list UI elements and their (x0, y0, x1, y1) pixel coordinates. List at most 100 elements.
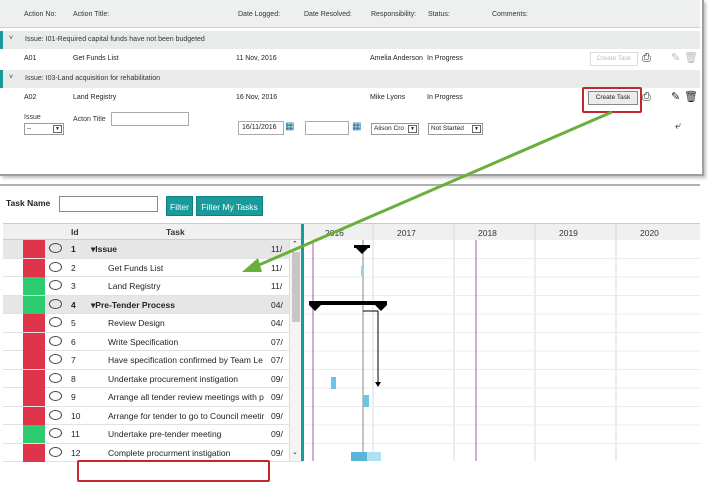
responsibility: Amelia Anderson (370, 55, 423, 62)
task-date: 07/ (271, 336, 283, 347)
task-bar (351, 452, 367, 461)
comment-icon[interactable] (49, 391, 62, 401)
filter-button[interactable]: Filter (166, 196, 193, 216)
table-row[interactable]: 1 ▾Issue 11/ (3, 240, 303, 259)
edit-icon[interactable]: ✎ (671, 92, 680, 103)
gantt-panel: Task Name Filter Filter My Tasks Id Task… (0, 184, 700, 482)
task-id: 6 (71, 336, 76, 347)
task-date: 11/ (271, 262, 283, 273)
gantt-grid: Id Task 1 ▾Issue 11/2 Get Funds List 11/3 Lan… (3, 223, 700, 462)
scroll-down-icon[interactable]: ⌄ (292, 448, 298, 456)
action-title-label: Acton Title (73, 116, 106, 123)
year-label: 2020 (640, 228, 659, 238)
summary-cap (309, 305, 321, 311)
table-row[interactable]: 7 Have specification confirmed by Team Le… (3, 351, 303, 370)
table-row[interactable]: 4 ▾Pre-Tender Process 04/ (3, 295, 303, 314)
comment-icon[interactable] (49, 261, 62, 272)
action-title-input[interactable] (111, 112, 189, 126)
status-select[interactable]: Not Started ▼ (428, 123, 483, 135)
calendar-icon[interactable]: ▦ (352, 121, 361, 132)
task-date: 09/ (271, 429, 283, 439)
chevron-down-icon: ▼ (53, 125, 62, 133)
col-responsibility: Responsibility: (371, 11, 417, 18)
vertical-scrollbar[interactable]: ⌃ ⌄ (289, 240, 301, 461)
status-indicator (23, 240, 45, 258)
comment-icon[interactable] (49, 298, 62, 309)
summary-bar-issue (354, 245, 370, 248)
status-select-value: Not Started (431, 125, 464, 132)
print-icon[interactable]: ⎙ (642, 92, 651, 103)
task-date: 04/ (271, 318, 283, 328)
actions-header-row: Action No: Action Title: Date Logged: Da… (0, 0, 700, 28)
status: In Progress (427, 94, 463, 101)
responsibility-select[interactable]: Alison Cro ▼ (371, 123, 419, 135)
table-row[interactable]: 10 Arrange for tender to go to Council me… (3, 406, 303, 425)
scroll-up-icon[interactable]: ⌃ (292, 240, 298, 248)
chevron-down-icon[interactable]: ˅ (9, 74, 13, 81)
issue-label: Issue: I01-Required capital funds have n… (25, 36, 205, 43)
date-logged: 11 Nov, 2016 (236, 55, 277, 62)
actions-panel: Action No: Action Title: Date Logged: Da… (0, 0, 704, 176)
issue-row-i03[interactable]: ˅ Issue: I03-Land acquisition for rehabi… (0, 70, 700, 88)
table-row[interactable]: 9 Arrange all tender review meetings with… (3, 388, 303, 407)
date-resolved-input[interactable] (305, 121, 349, 135)
save-undo-icon[interactable]: ⤶ (675, 121, 681, 132)
task-id: 1 (71, 244, 76, 254)
task-label: Arrange for tender to go to Council meet… (108, 410, 265, 421)
task-label: Issue (95, 244, 118, 254)
action-title: Get Funds List (73, 55, 119, 62)
task-label: Land Registry (108, 281, 161, 291)
col-status: Status: (428, 11, 450, 18)
task-date: 09/ (271, 392, 283, 402)
task-name-input[interactable] (59, 196, 158, 212)
table-row[interactable]: 2 Get Funds List 11/ (3, 258, 303, 277)
task-label: Arrange all tender review meetings with … (108, 392, 264, 402)
highlight-box (582, 87, 642, 113)
task-name: Arrange for tender to go to Council meet… (108, 411, 269, 421)
table-row[interactable]: 3 Land Registry 11/ (3, 277, 303, 296)
task-name: Undertake pre-tender meeting (108, 429, 269, 439)
today-marker (301, 224, 304, 461)
table-row[interactable]: 5 Review Design 04/ (3, 314, 303, 333)
table-row[interactable]: 8 Undertake procurement instigation 09/ (3, 369, 303, 388)
date-logged-input[interactable]: 16/11/2016 (238, 121, 284, 135)
task-id: 7 (71, 355, 76, 365)
task-name: ▾Issue (91, 244, 118, 254)
comment-icon[interactable] (49, 335, 62, 346)
task-id: 10 (71, 410, 81, 421)
task-label: Review Design (108, 318, 165, 328)
comment-icon[interactable] (49, 428, 62, 438)
task-bar (361, 266, 364, 276)
comment-icon[interactable] (49, 409, 62, 420)
comment-icon[interactable] (49, 372, 62, 383)
comment-icon[interactable] (49, 280, 62, 290)
scrollbar-thumb[interactable] (292, 252, 300, 322)
issue-row-i01[interactable]: ˅ Issue: I01-Required capital funds have… (0, 31, 700, 49)
task-id: 11 (71, 429, 80, 439)
chevron-down-icon: ▼ (472, 125, 481, 133)
col-date-logged: Date Logged: (238, 11, 281, 18)
task-date: 04/ (271, 299, 283, 310)
chevron-down-icon: ▼ (408, 125, 417, 133)
comment-icon[interactable] (49, 243, 62, 253)
delete-icon[interactable]: 🗑 (684, 92, 698, 103)
issue-select[interactable]: -- ▼ (24, 123, 64, 135)
status-indicator (23, 425, 45, 443)
col-action-no: Action No: (24, 11, 57, 18)
comment-icon[interactable] (49, 354, 62, 364)
action-title: Land Registry (73, 94, 117, 101)
col-comments: Comments: (492, 11, 528, 18)
status-indicator (23, 406, 45, 425)
edit-icon: ✎ (671, 52, 681, 64)
print-icon[interactable]: ⎙ (642, 53, 651, 64)
status-indicator (23, 295, 45, 314)
comment-icon[interactable] (49, 446, 62, 457)
task-date: 09/ (271, 410, 283, 421)
table-row[interactable]: 11 Undertake pre-tender meeting 09/ (3, 425, 303, 444)
table-row[interactable]: 6 Write Specification 07/ (3, 332, 303, 351)
summary-cap (356, 248, 368, 254)
calendar-icon[interactable]: ▦ (285, 121, 294, 132)
comment-icon[interactable] (49, 317, 62, 327)
chevron-down-icon[interactable]: ˅ (9, 35, 13, 42)
filter-my-tasks-button[interactable]: Filter My Tasks (196, 196, 263, 216)
